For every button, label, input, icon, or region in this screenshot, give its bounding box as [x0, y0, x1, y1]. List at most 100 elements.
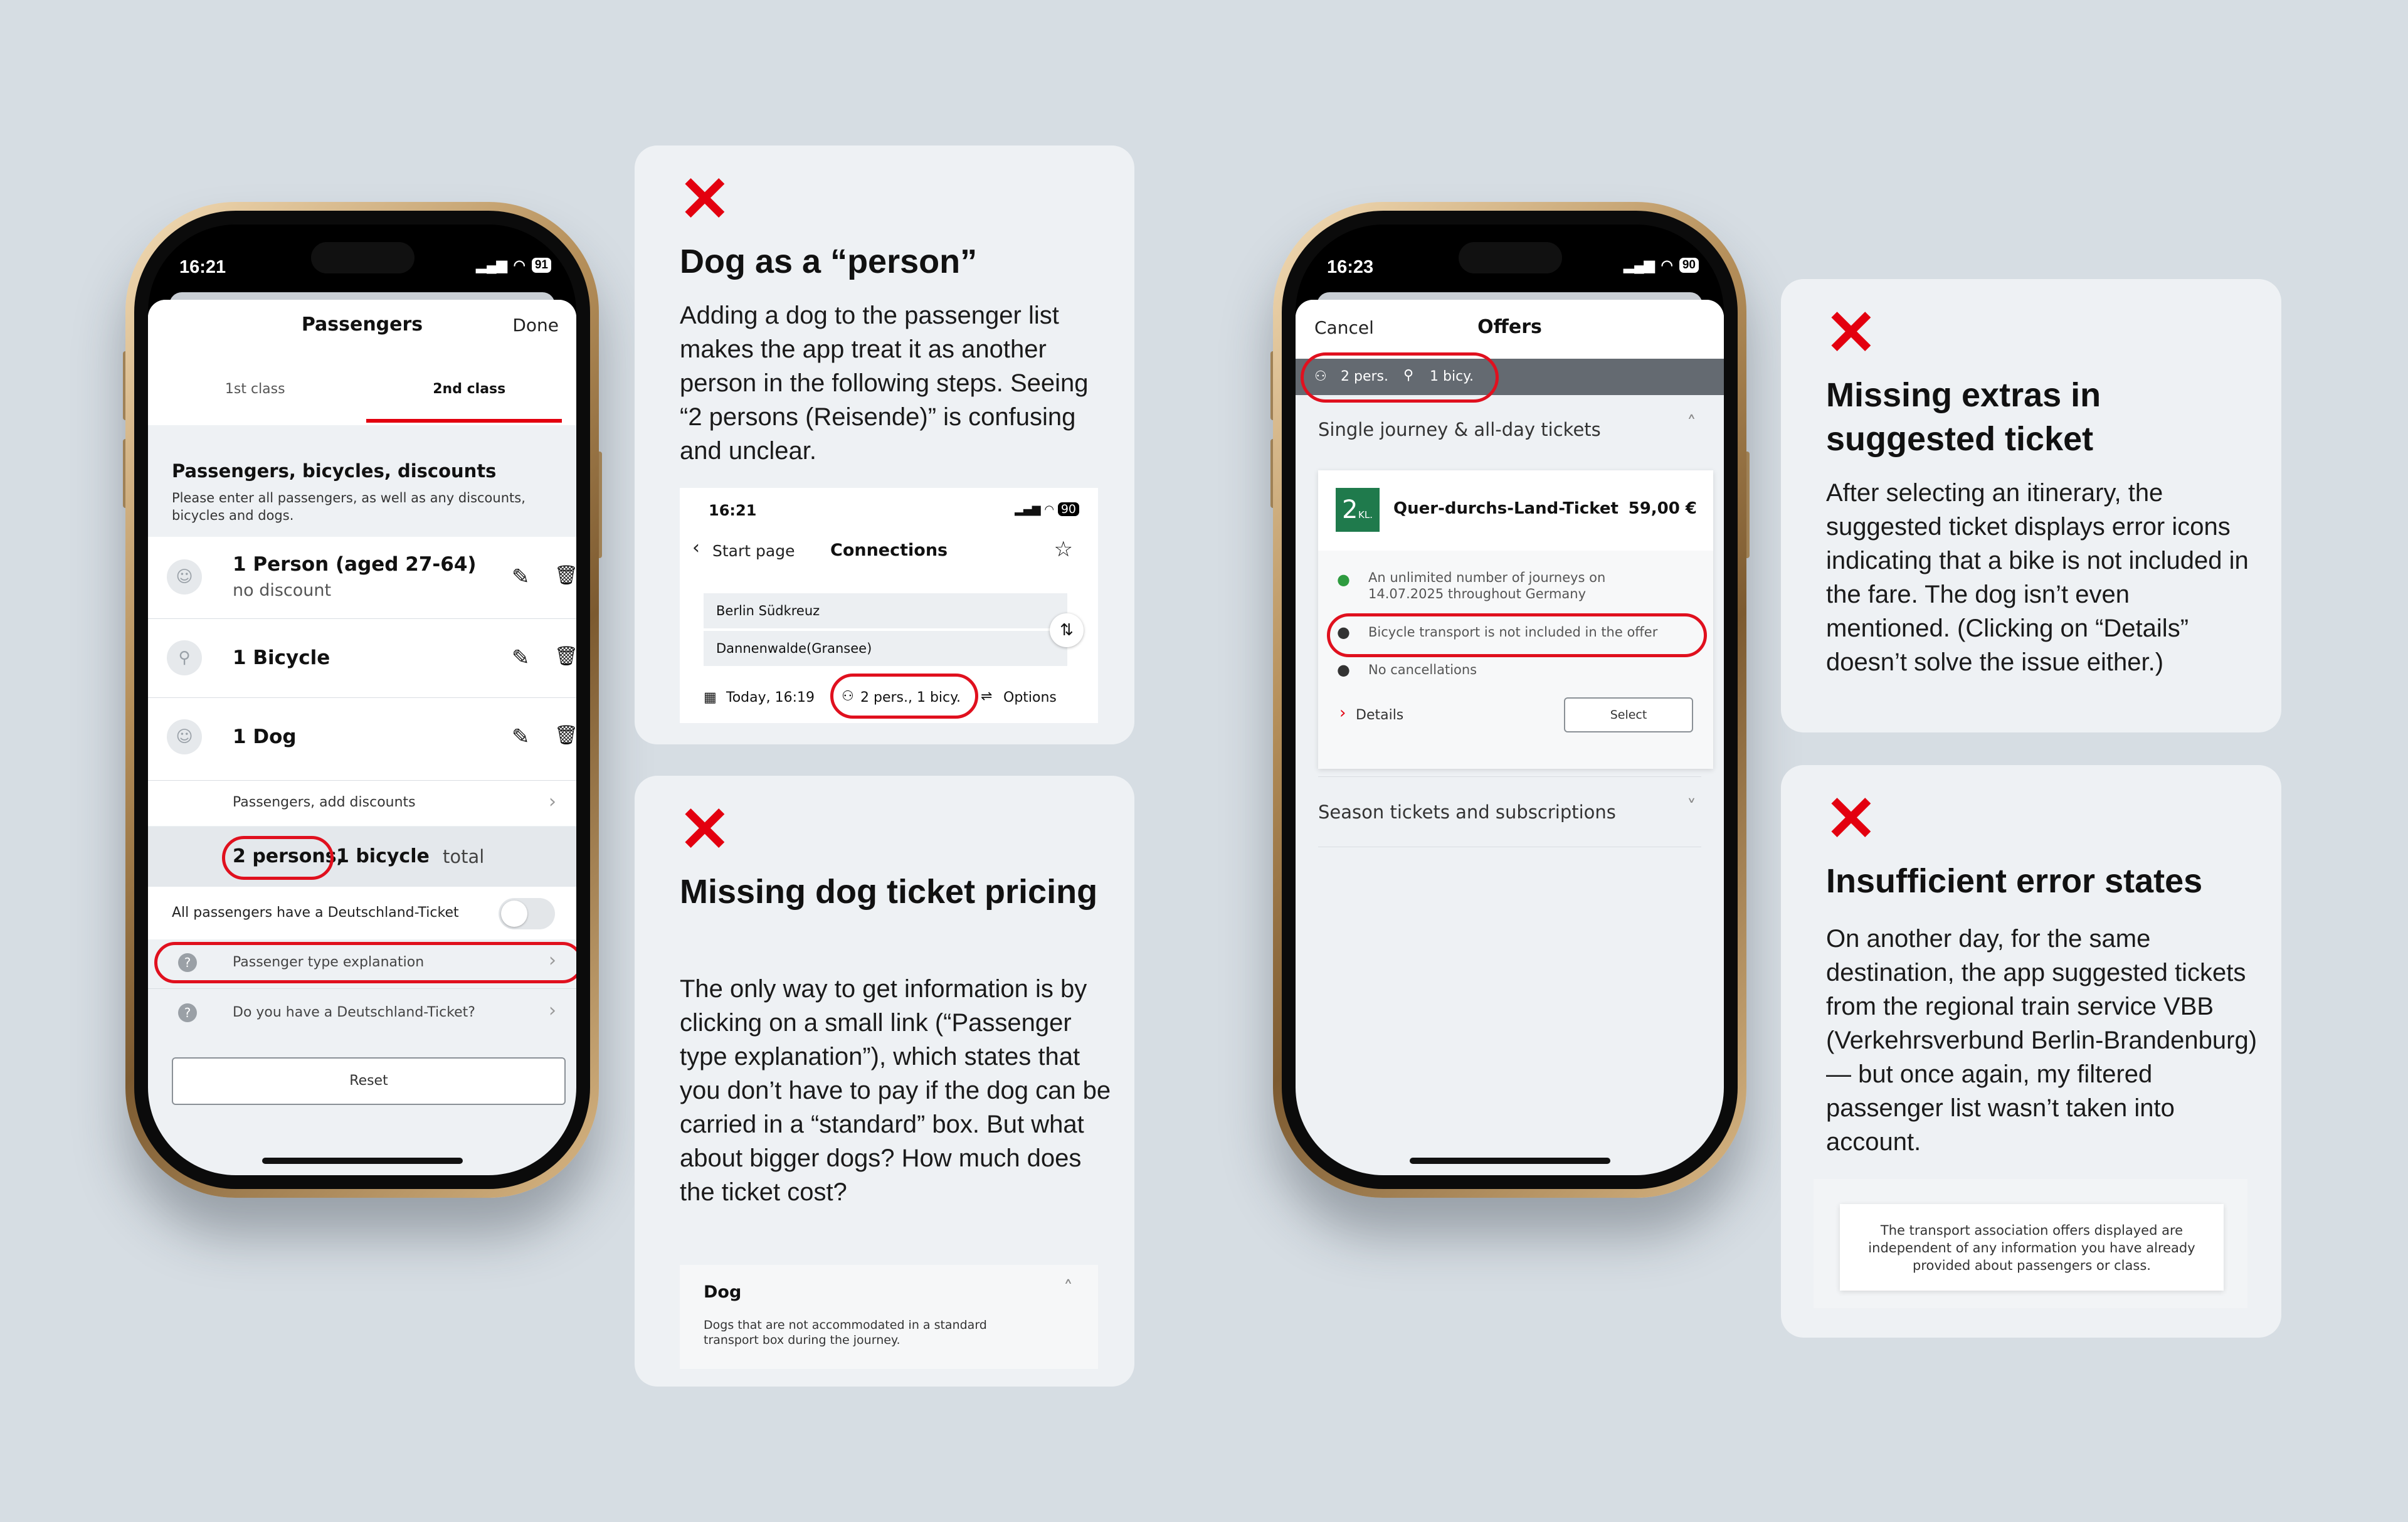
card-body: The only way to get information is by cl…: [680, 975, 1111, 1206]
highlight-bicycle-error: [1327, 613, 1707, 657]
dog-icon: ☺: [167, 719, 202, 754]
card-title: Missing extras in suggested ticket: [1826, 376, 2101, 458]
card-missing-extras: ✕ Missing extras in suggested ticket Aft…: [1781, 279, 2281, 732]
status-time: 16:21: [179, 257, 226, 277]
status-icons: ▂▄▆ ◠ 91: [476, 257, 551, 273]
info-unlimited: An unlimited number of journeys on 14.07…: [1368, 570, 1606, 601]
deutschland-toggle-label: All passengers have a Deutschland-Ticket: [172, 905, 459, 921]
phone2-screen: 16:23 ▂▄▆ ◠ 90 Cancel Offers ⚇ 2 pers. ⚲: [1296, 225, 1724, 1175]
info-no-cancellations: No cancellations: [1368, 662, 1477, 677]
deutschland-ticket-link[interactable]: ? Do you have a Deutschland-Ticket? ›: [148, 990, 576, 1037]
passengers-sheet: Passengers Done 1st class 2nd class Pass…: [148, 300, 576, 1175]
highlight-passengers: [830, 674, 978, 719]
status-icons: ▂▄▆ ◠ 90: [1624, 257, 1699, 273]
error-x-icon: ✕: [1825, 784, 1877, 854]
date-value[interactable]: Today, 16:19: [726, 690, 815, 706]
chevron-down-icon[interactable]: ˅: [1687, 796, 1696, 818]
total-bicycle: 1 bicycle: [336, 845, 430, 867]
sheet-header: Cancel Offers: [1296, 300, 1724, 359]
page-title: Offers: [1477, 316, 1542, 338]
select-button[interactable]: Select: [1564, 697, 1693, 732]
connections-screenshot: 16:21 ▂▄▆ ◠ 90 ‹ Start page Connections …: [680, 488, 1098, 723]
vbb-notice: The transport association offers display…: [1840, 1204, 2224, 1291]
highlight-explanation-link: [154, 942, 576, 983]
trash-icon[interactable]: 🗑: [554, 645, 576, 667]
highlight-persons: [222, 836, 334, 880]
reset-button[interactable]: Reset: [172, 1057, 566, 1105]
back-chevron-icon[interactable]: ‹: [692, 537, 700, 559]
edit-icon[interactable]: ✎: [512, 724, 530, 749]
section-single-journey[interactable]: Single journey & all-day tickets: [1318, 419, 1601, 440]
phone2-frame: 16:23 ▂▄▆ ◠ 90 Cancel Offers ⚇ 2 pers. ⚲: [1273, 202, 1746, 1198]
to-field[interactable]: Dannenwalde(Gransee): [704, 631, 1067, 666]
wifi-icon: ◠: [1661, 257, 1673, 273]
section-season-tickets[interactable]: Season tickets and subscriptions: [1318, 801, 1616, 823]
list-item[interactable]: ☺ 1 Person (aged 27-64) no discount ✎ 🗑: [148, 537, 576, 618]
list-item[interactable]: ⚲ 1 Bicycle ✎ 🗑: [148, 619, 576, 697]
class-badge: 2 KL.: [1336, 488, 1380, 532]
error-x-icon: ✕: [679, 795, 731, 865]
trash-icon[interactable]: 🗑: [554, 724, 576, 746]
deutschland-toggle[interactable]: [499, 898, 555, 929]
card-missing-dog-pricing: ✕ Missing dog ticket pricing The only wa…: [635, 776, 1134, 1387]
ticket-header[interactable]: 2 KL. Quer-durchs-Land-Ticket 59,00 €: [1318, 470, 1713, 551]
vbb-notice-text: The transport association offers display…: [1868, 1223, 2195, 1273]
from-value: Berlin Südkreuz: [716, 603, 820, 618]
section-title: Passengers, bicycles, discounts: [172, 460, 497, 482]
details-link[interactable]: Details: [1356, 707, 1403, 723]
card-insufficient-error-states: ✕ Insufficient error states On another d…: [1781, 765, 2281, 1338]
totals-bar: 2 persons, 1 bicycle total: [148, 827, 576, 887]
add-discounts-row[interactable]: Passengers, add discounts ›: [148, 781, 576, 826]
tab-active-indicator: [366, 419, 562, 423]
phone1-frame: 16:21 ▂▄▆ ◠ 91 Passengers Done 1st class…: [125, 202, 599, 1198]
row-title: 1 Person (aged 27-64): [233, 553, 477, 576]
dog-info-title: Dog: [704, 1282, 742, 1302]
card-title: Insufficient error states: [1826, 862, 2203, 900]
status-icons: ▂▄▆ ◠ 90: [1015, 502, 1079, 517]
battery-icon: 90: [1679, 258, 1699, 273]
error-x-icon: ✕: [679, 164, 731, 235]
list-item[interactable]: ☺ 1 Dog ✎ 🗑: [148, 698, 576, 777]
person-icon: ☺: [167, 559, 202, 595]
highlight-pax-bar: [1301, 352, 1499, 403]
card-body: Adding a dog to the passenger list makes…: [680, 302, 1089, 465]
vbb-screenshot: The transport association offers display…: [1814, 1179, 2247, 1308]
link-label: Do you have a Deutschland-Ticket?: [233, 1005, 475, 1020]
swap-icon[interactable]: ⇅: [1050, 613, 1084, 647]
trash-icon[interactable]: 🗑: [554, 564, 576, 586]
from-field[interactable]: Berlin Südkreuz: [704, 593, 1067, 628]
card-dog-as-person: ✕ Dog as a “person” Adding a dog to the …: [635, 145, 1134, 744]
chevron-up-icon[interactable]: ˄: [1687, 413, 1696, 435]
row-subtitle: no discount: [233, 581, 332, 600]
back-button[interactable]: Start page: [712, 542, 795, 560]
dynamic-island: [1458, 242, 1562, 273]
section-description: Please enter all passengers, as well as …: [172, 490, 525, 523]
error-icon: ●: [1337, 661, 1350, 679]
done-button[interactable]: Done: [512, 315, 559, 336]
chevron-right-icon: ›: [549, 1000, 556, 1022]
bicycle-icon: ⚲: [167, 640, 202, 675]
calendar-icon: ▦: [704, 690, 717, 706]
edit-icon[interactable]: ✎: [512, 645, 530, 670]
divider: [148, 988, 576, 989]
options-button[interactable]: Options: [1003, 690, 1057, 706]
edit-icon[interactable]: ✎: [512, 564, 530, 589]
passenger-list: ☺ 1 Person (aged 27-64) no discount ✎ 🗑 …: [148, 537, 576, 780]
tab-second-class[interactable]: 2nd class: [362, 381, 577, 397]
card-body: After selecting an itinerary, the sugges…: [1826, 479, 2249, 676]
chevron-right-icon: ›: [1339, 704, 1346, 722]
offers-sheet: Cancel Offers ⚇ 2 pers. ⚲ 1 bicy. Single…: [1296, 300, 1724, 1175]
add-discounts-label: Passengers, add discounts: [233, 795, 416, 810]
tab-first-class[interactable]: 1st class: [148, 381, 362, 397]
battery-icon: 90: [1057, 502, 1079, 516]
wifi-icon: ◠: [513, 257, 525, 273]
chevron-up-icon[interactable]: ˄: [1064, 1277, 1073, 1299]
ticket-name: Quer-durchs-Land-Ticket: [1393, 499, 1619, 518]
error-x-icon: ✕: [1825, 298, 1877, 368]
row-title: 1 Dog: [233, 726, 297, 748]
to-value: Dannenwalde(Gransee): [716, 641, 872, 656]
star-icon[interactable]: ☆: [1054, 537, 1073, 562]
toggle-knob: [501, 901, 527, 927]
card-body: On another day, for the same destination…: [1826, 925, 2258, 1156]
status-time: 16:23: [1327, 257, 1374, 277]
